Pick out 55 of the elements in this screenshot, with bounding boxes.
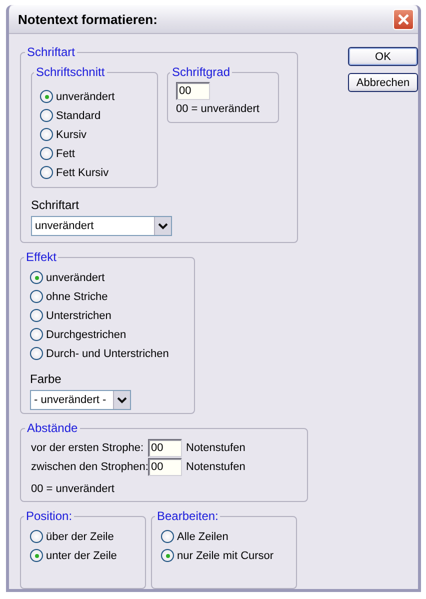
spacing-field[interactable]: 00 [148, 439, 182, 458]
radio-option[interactable]: Alle Zeilen [161, 527, 287, 546]
unit-label: Notenstufen [186, 461, 246, 474]
radio-button[interactable] [40, 166, 53, 179]
color-dropdown[interactable]: - unverändert - [30, 390, 131, 410]
group-title: Position: [25, 509, 74, 523]
radio-button[interactable] [30, 328, 43, 341]
spacing-field[interactable]: 00 [148, 458, 182, 476]
close-button[interactable] [393, 8, 414, 30]
radio-button[interactable] [161, 549, 174, 562]
radio-option[interactable]: unter der Zeile [30, 546, 136, 565]
field-label: Schriftart [31, 198, 80, 212]
group-title: Schriftgrad [171, 65, 232, 79]
close-icon [397, 12, 410, 26]
dialog-button[interactable]: Abbrechen [348, 73, 418, 92]
group-title: Bearbeiten: [156, 509, 220, 523]
radio-option[interactable]: über der Zeile [30, 527, 136, 546]
radio-button[interactable] [30, 347, 43, 360]
radio-button[interactable] [40, 90, 53, 103]
field-label: vor der ersten Strophe: [31, 442, 145, 454]
radio-button[interactable] [40, 109, 53, 122]
group-title: Abstände [26, 421, 79, 436]
hint-text: 00 = unverändert [176, 103, 260, 115]
radio-button[interactable] [40, 147, 53, 160]
hint-text: 00 = unverändert [31, 483, 116, 496]
radio-option[interactable]: unverändert [30, 268, 185, 287]
group-title: Schriftschnitt [35, 65, 106, 79]
field-label: Farbe [30, 372, 62, 386]
font-dropdown[interactable]: unverändert [31, 216, 172, 236]
radio-option[interactable]: nur Zeile mit Cursor [161, 546, 287, 565]
radio-button[interactable] [40, 128, 53, 141]
radio-option[interactable]: Fett Kursiv [40, 163, 149, 182]
radio-option[interactable]: unverändert [40, 87, 149, 106]
radio-option[interactable]: Durchgestrichen [30, 325, 185, 344]
window-title: Notentext formatieren: [18, 12, 158, 26]
radio-button[interactable] [161, 530, 174, 543]
group-title: Effekt [25, 250, 58, 264]
radio-option[interactable]: Standard [40, 106, 149, 125]
caret-icon [154, 217, 171, 235]
unit-label: Notenstufen [186, 442, 246, 454]
radio-option[interactable]: Fett [40, 144, 149, 163]
radio-option[interactable]: Durch- und Unterstrichen [30, 344, 185, 363]
radio-button[interactable] [30, 290, 43, 303]
dialog-button[interactable]: OK [348, 47, 418, 66]
radio-button[interactable] [30, 271, 43, 284]
radio-option[interactable]: Kursiv [40, 125, 149, 144]
field-label: zwischen den Strophen: [31, 461, 148, 474]
radio-option[interactable]: Unterstrichen [30, 306, 185, 325]
radio-option[interactable]: ohne Striche [30, 287, 185, 306]
size-field[interactable]: 00 [176, 82, 210, 100]
radio-button[interactable] [30, 549, 43, 562]
caret-icon [113, 391, 130, 409]
radio-button[interactable] [30, 309, 43, 322]
group-title: Schriftart [26, 45, 76, 59]
radio-button[interactable] [30, 530, 43, 543]
